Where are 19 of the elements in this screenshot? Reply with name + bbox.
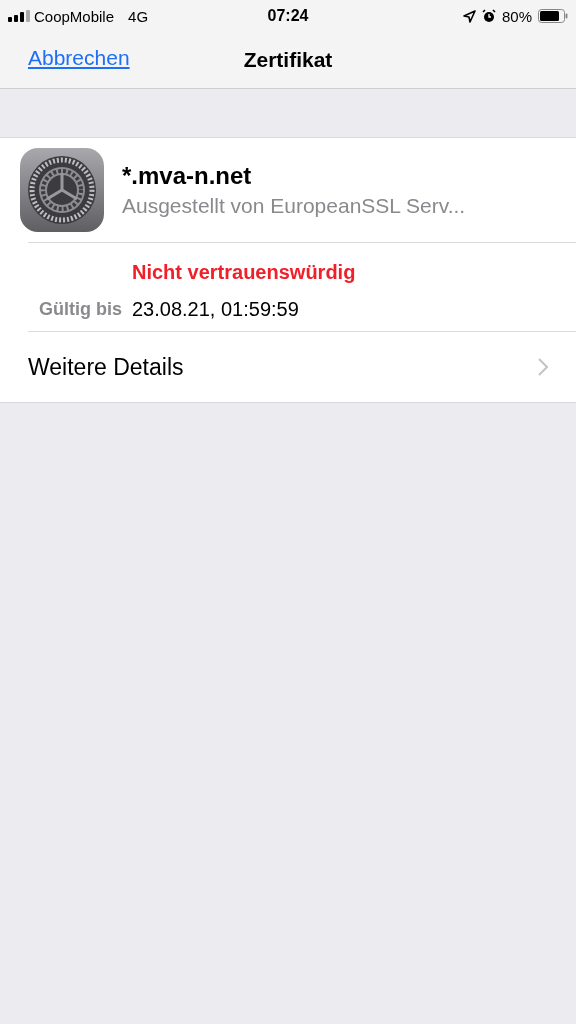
battery-icon [538,9,568,23]
clock-time: 07:24 [267,7,309,25]
certificate-name: *.mva-n.net [122,162,253,190]
gear-icon [20,148,104,232]
issuer-text: Ausgestellt von EuropeanSSL Serv... [122,194,467,218]
battery-percent: 80% [502,7,532,25]
more-details-row[interactable]: Weitere Details [0,332,576,402]
alarm-clock-icon [482,9,496,23]
location-arrow-icon [463,9,476,23]
network-type: 4G [128,7,149,25]
valid-until-label: Gültig bis [38,299,122,320]
screen-title: Zertifikat [243,48,333,72]
valid-until-value: 23.08.21, 01:59:59 [131,298,300,321]
signal-icon [8,10,30,22]
trust-status: Nicht vertrauenswürdig [131,261,357,284]
more-details-label: Weitere Details [28,353,184,381]
carrier-name: CoopMobile [34,7,115,25]
chevron-right-icon [538,358,548,376]
cancel-link[interactable]: Abbrechen [28,46,130,70]
